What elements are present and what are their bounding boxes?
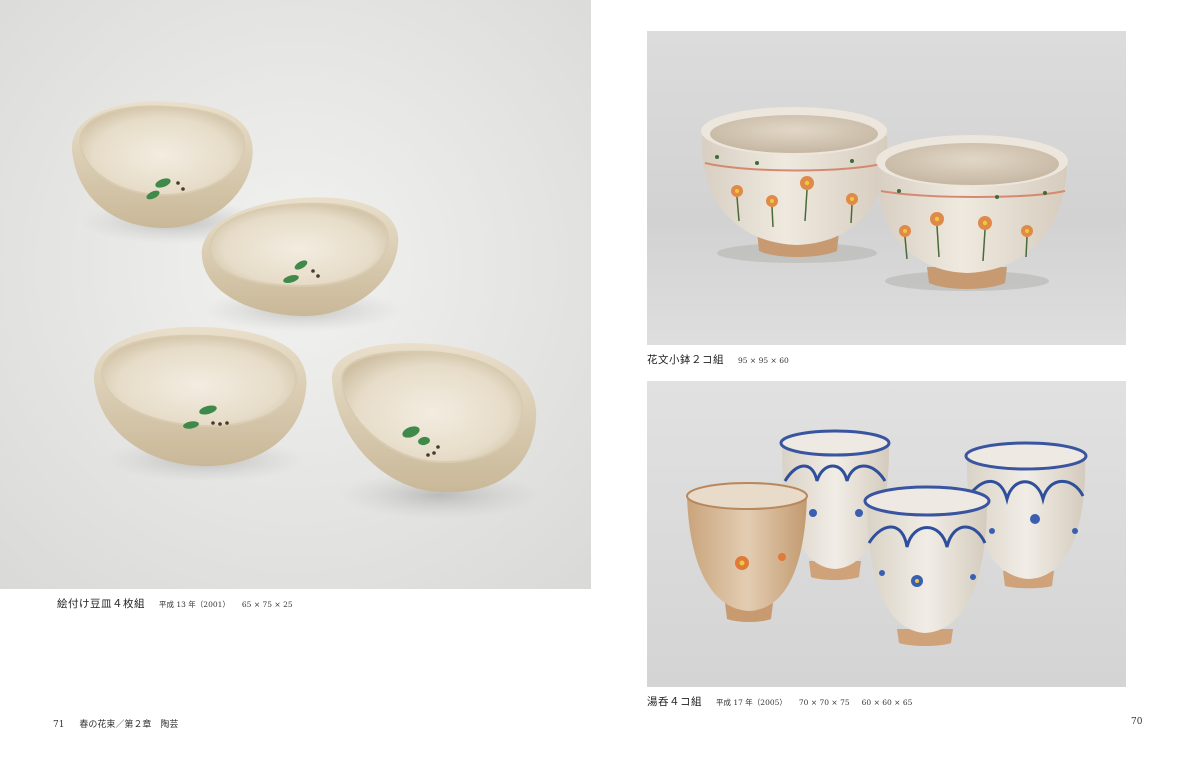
photo-bean-dishes: [0, 0, 591, 589]
caption-era: 平成 17 年（2005）: [716, 698, 787, 707]
caption-flower-bowls: 花文小鉢２コ組 95 × 95 × 60: [647, 352, 801, 367]
caption-title: 湯呑４コ組: [647, 696, 702, 708]
caption-era: 平成 13 年（2001）: [159, 600, 230, 609]
running-head: 春の花束／第２章 陶芸: [79, 720, 179, 730]
footer-left: 71 春の花束／第２章 陶芸: [53, 717, 178, 730]
page-number-left: 71: [53, 720, 65, 730]
caption-size: 65 × 75 × 25: [241, 600, 293, 609]
caption-size-2: 60 × 60 × 65: [861, 698, 913, 707]
caption-title: 花文小鉢２コ組: [647, 354, 724, 366]
photo-teacups: [647, 381, 1126, 687]
photo-flower-bowls: [647, 31, 1126, 345]
footer-right: 70: [1131, 717, 1142, 727]
caption-teacups: 湯呑４コ組 平成 17 年（2005） 70 × 70 × 75 60 × 60…: [647, 694, 924, 709]
caption-bean-dishes: 絵付け豆皿４枚組 平成 13 年（2001） 65 × 75 × 25: [57, 596, 305, 611]
bean-dish-4: [331, 343, 540, 519]
bean-dish-3: [93, 326, 307, 482]
caption-size-1: 70 × 70 × 75: [798, 698, 850, 707]
caption-size: 95 × 95 × 60: [738, 356, 789, 365]
bean-dish-2: [201, 197, 402, 332]
page-number-right: 70: [1131, 717, 1143, 727]
caption-title: 絵付け豆皿４枚組: [57, 598, 145, 610]
